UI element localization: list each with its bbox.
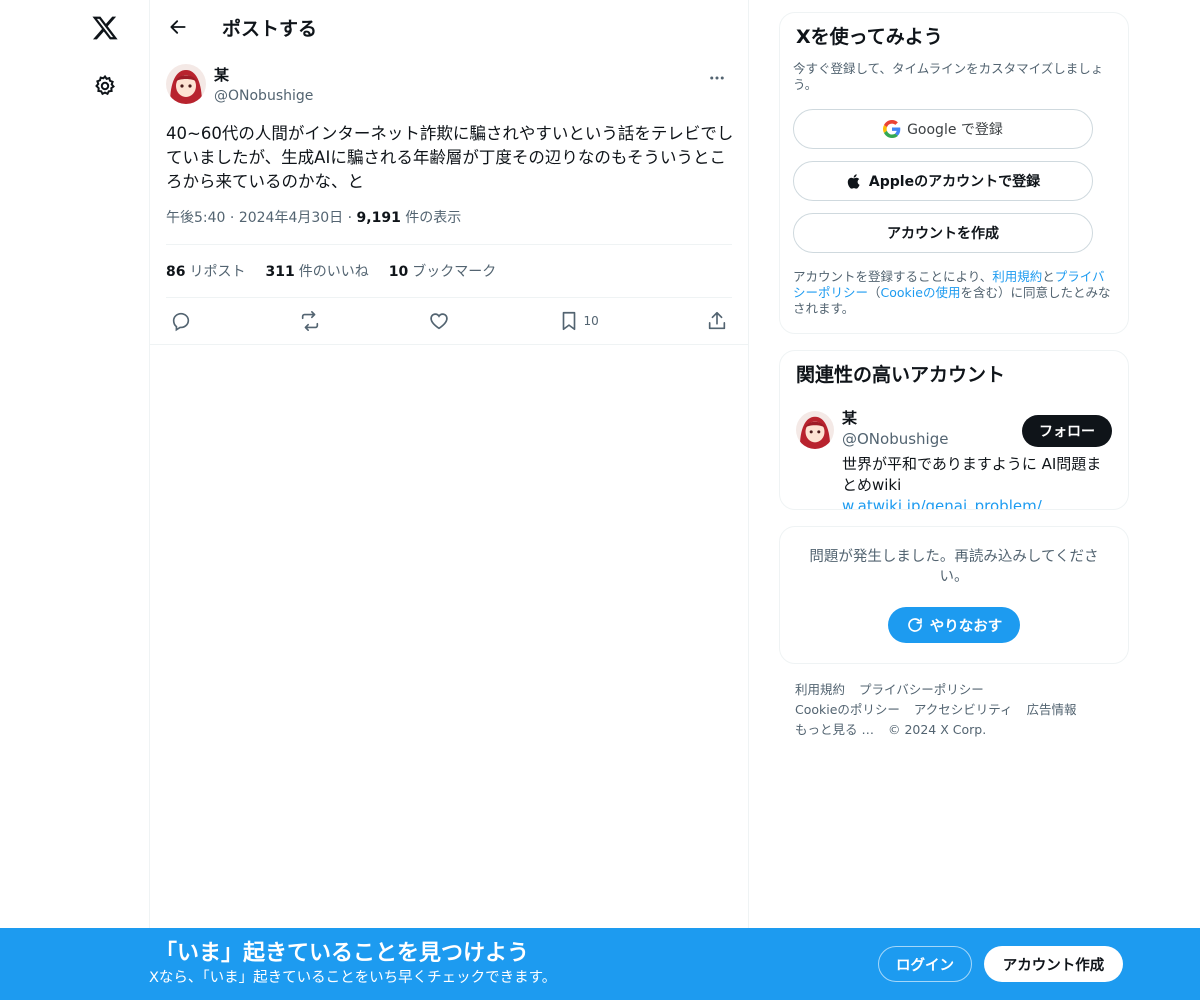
share-icon: [708, 311, 726, 330]
related-accounts-title: 関連性の高いアカウント: [796, 364, 1006, 386]
page-title: ポストする: [222, 17, 318, 40]
account-suggestion[interactable]: 某 @ONobushige 世界が平和でありますように AI問題まとめwiki …: [796, 409, 1112, 509]
footer-more-link[interactable]: もっと見る …: [795, 722, 874, 737]
author-name[interactable]: 某: [214, 66, 313, 84]
post-detail: 某 @ONobushige 40~60代の人間がインターネット詐欺に騙されやすい…: [150, 64, 748, 345]
more-icon[interactable]: [702, 66, 732, 90]
post-meta: 午後5:40 · 2024年4月30日 · 9,191 件の表示: [166, 208, 732, 245]
cookie-link[interactable]: Cookieの使用: [881, 285, 961, 300]
post-actions: 10: [150, 298, 748, 345]
google-signup-button[interactable]: Google で登録: [793, 109, 1093, 149]
repost-button[interactable]: [299, 310, 321, 332]
likes-label: 件のいいね: [298, 264, 369, 280]
login-button[interactable]: ログイン: [878, 946, 972, 982]
like-button[interactable]: [428, 310, 450, 332]
x-logo-icon[interactable]: [88, 11, 122, 45]
create-account-label: アカウントを作成: [887, 226, 999, 242]
views-count: 9,191: [356, 210, 401, 226]
legal-prefix: アカウントを登録することにより、: [793, 269, 993, 284]
footer-terms-link[interactable]: 利用規約: [795, 682, 845, 697]
reposts-stat[interactable]: 86 リポスト: [166, 261, 245, 281]
account-bio-link[interactable]: w.atwiki.jp/genai_problem/: [842, 497, 1042, 509]
share-button[interactable]: [706, 310, 728, 332]
apple-signup-label: Appleのアカウントで登録: [868, 174, 1041, 190]
bookmark-action-count: 10: [583, 314, 599, 328]
bookmarks-count: 10: [388, 264, 409, 280]
footer-copyright: © 2024 X Corp.: [887, 722, 987, 737]
signup-card: Xを使ってみよう 今すぐ登録して、タイムラインをカスタマイズしましょう。 Goo…: [779, 12, 1129, 334]
arrow-left-icon[interactable]: [160, 9, 196, 45]
footer-privacy-link[interactable]: プライバシーポリシー: [859, 682, 984, 697]
follow-button[interactable]: フォロー: [1022, 415, 1112, 447]
create-account-button[interactable]: アカウントを作成: [793, 213, 1093, 253]
footer-cookie-link[interactable]: Cookieのポリシー: [795, 702, 900, 717]
login-banner: 「いま」起きていることを見つけよう Xなら、「いま」起きていることをいち早くチェ…: [0, 928, 1200, 1000]
post-time[interactable]: 午後5:40: [166, 210, 225, 226]
author-info: 某 @ONobushige: [214, 66, 313, 108]
bookmark-icon: [562, 311, 575, 331]
meta-separator: ·: [229, 210, 239, 226]
apple-signup-button[interactable]: Appleのアカウントで登録: [793, 161, 1093, 201]
banner-subtitle: Xなら、「いま」起きていることをいち早くチェックできます。: [149, 970, 557, 986]
post-text: 40~60代の人間がインターネット詐欺に騙されやすいという話をテレビでしていまし…: [166, 124, 734, 191]
signup-legal-text: アカウントを登録することにより、利用規約とプライバシーポリシー（Cookieの使…: [793, 269, 1112, 317]
post-stats: 86 リポスト 311 件のいいね 10 ブックマーク: [166, 245, 732, 298]
error-card: 問題が発生しました。再読み込みしてください。 やりなおす: [779, 526, 1129, 664]
post-date[interactable]: 2024年4月30日: [239, 210, 343, 226]
footer-ads-link[interactable]: 広告情報: [1027, 702, 1077, 717]
account-bio-text: 世界が平和でありますように AI問題まとめwiki: [842, 455, 1102, 494]
gear-icon[interactable]: [89, 70, 121, 102]
signup-card-title: Xを使ってみよう: [796, 26, 943, 48]
legal-paren: （: [868, 285, 881, 300]
apple-icon: [847, 173, 860, 189]
main-column: ポストする 某 @ONobushige 40~60代の人間がインターネット詐欺に…: [149, 0, 749, 1000]
reposts-count: 86: [166, 264, 186, 280]
right-sidebar: Xを使ってみよう 今すぐ登録して、タイムラインをカスタマイズしましょう。 Goo…: [779, 12, 1129, 740]
reposts-label: リポスト: [189, 264, 246, 280]
legal-and: と: [1042, 269, 1055, 284]
heart-icon: [430, 313, 449, 330]
sidebar-footer: 利用規約 プライバシーポリシー Cookieのポリシー アクセシビリティ 広告情…: [779, 680, 1129, 740]
reply-button[interactable]: [170, 310, 192, 332]
repost-icon: [302, 311, 319, 331]
bookmarks-stat[interactable]: 10 ブックマーク: [389, 261, 496, 281]
avatar[interactable]: [796, 411, 834, 449]
banner-title: 「いま」起きていることを見つけよう: [155, 941, 530, 966]
avatar[interactable]: [166, 64, 206, 104]
meta-separator: ·: [347, 210, 357, 226]
likes-count: 311: [265, 264, 295, 280]
related-accounts-card: 関連性の高いアカウント 某 @ONobushige 世界が平和でありますように …: [779, 350, 1129, 510]
retry-label: やりなおす: [929, 618, 1003, 635]
left-nav: [0, 0, 150, 1000]
reply-icon: [172, 312, 190, 332]
author-handle[interactable]: @ONobushige: [214, 84, 313, 108]
google-signup-label: Google で登録: [907, 122, 1003, 138]
account-bio: 世界が平和でありますように AI問題まとめwiki w.atwiki.jp/ge…: [842, 454, 1104, 509]
refresh-icon: [907, 618, 922, 632]
bookmark-button[interactable]: 10: [558, 310, 599, 332]
terms-link[interactable]: 利用規約: [992, 269, 1042, 284]
likes-stat[interactable]: 311 件のいいね: [265, 261, 368, 281]
signup-button[interactable]: アカウント作成: [984, 946, 1123, 982]
footer-accessibility-link[interactable]: アクセシビリティ: [914, 702, 1013, 717]
signup-card-subtitle: 今すぐ登録して、タイムラインをカスタマイズしましょう。: [793, 61, 1104, 92]
bookmarks-label: ブックマーク: [412, 264, 497, 280]
views-label: 件の表示: [405, 210, 462, 226]
post-author: 某 @ONobushige: [166, 64, 732, 108]
retry-button[interactable]: やりなおす: [887, 607, 1021, 643]
google-icon: [883, 120, 901, 138]
error-message: 問題が発生しました。再読み込みしてください。: [809, 549, 1099, 585]
page-header: ポストする: [150, 0, 748, 54]
